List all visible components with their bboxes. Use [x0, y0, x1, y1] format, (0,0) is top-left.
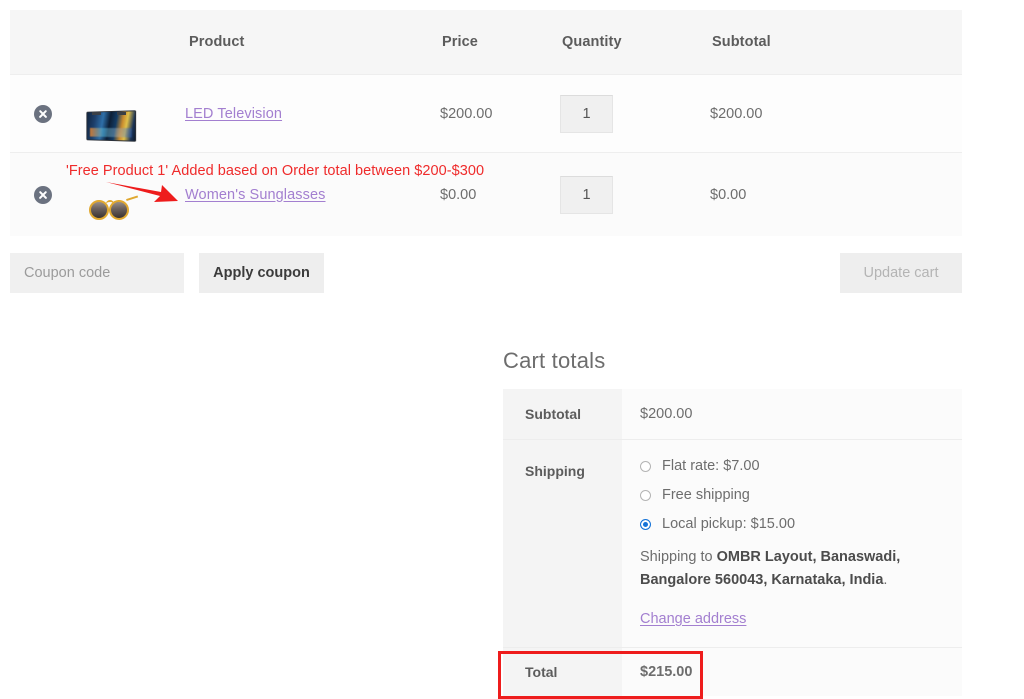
header-product: Product [189, 34, 245, 50]
shipping-to-suffix: . [883, 572, 888, 588]
product-price: $0.00 [440, 186, 477, 203]
shipping-option-local-pickup[interactable]: Local pickup: $15.00 [640, 516, 962, 532]
table-row: LED Television $200.00 1 $200.00 [10, 74, 962, 153]
update-cart-button[interactable]: Update cart [840, 253, 962, 293]
header-subtotal: Subtotal [712, 34, 771, 50]
cart-table-body: LED Television $200.00 1 $200.00 Women's… [10, 74, 962, 236]
change-address-link[interactable]: Change address [640, 611, 746, 627]
subtotal-value: $200.00 [622, 389, 962, 440]
product-price: $200.00 [440, 105, 493, 122]
totals-row-total: Total $215.00 [503, 647, 962, 696]
product-subtotal: $200.00 [710, 105, 763, 122]
remove-circle-icon[interactable] [34, 185, 52, 204]
cart-table: Product Price Quantity Subtotal LED Tele… [10, 10, 962, 236]
remove-circle-icon[interactable] [34, 104, 52, 123]
shipping-to-prefix: Shipping to [640, 549, 717, 565]
cell-thumbnail [80, 74, 185, 153]
total-label: Total [503, 647, 622, 696]
quantity-input[interactable]: 1 [560, 175, 613, 214]
cart-totals-table: Subtotal $200.00 Shipping Flat rate: $7.… [503, 389, 962, 696]
cell-subtotal: $200.00 [710, 74, 962, 153]
totals-row-shipping: Shipping Flat rate: $7.00 Free shipping … [503, 439, 962, 648]
shipping-option-flat-rate[interactable]: Flat rate: $7.00 [640, 458, 962, 474]
cell-product-name: LED Television [185, 74, 440, 153]
radio-flat-rate[interactable] [640, 460, 651, 472]
shipping-option-label: Local pickup: $15.00 [662, 516, 796, 532]
shipping-option-label: Free shipping [662, 487, 750, 503]
coupon-row: Apply coupon Update cart [10, 253, 962, 293]
product-link[interactable]: Women's Sunglasses [185, 187, 326, 203]
cell-quantity: 1 [560, 152, 710, 236]
totals-row-subtotal: Subtotal $200.00 [503, 389, 962, 440]
cell-price: $200.00 [440, 74, 560, 153]
free-product-annotation-text: 'Free Product 1' Added based on Order to… [66, 163, 485, 179]
cart-header-row: Product Price Quantity Subtotal [10, 10, 962, 75]
tv-foot-left [92, 111, 101, 115]
header-quantity: Quantity [562, 34, 622, 50]
shipping-options-cell: Flat rate: $7.00 Free shipping Local pic… [622, 439, 962, 648]
product-subtotal: $0.00 [710, 186, 747, 203]
total-value: $215.00 [622, 647, 962, 696]
cell-remove [10, 74, 80, 153]
header-thumbnail [80, 10, 185, 75]
glasses-temple [126, 194, 140, 205]
glasses-bridge [106, 199, 114, 208]
quantity-input[interactable]: 1 [560, 94, 613, 133]
cart-table-header: Product Price Quantity Subtotal [10, 10, 962, 75]
cell-subtotal: $0.00 [710, 152, 962, 236]
sunglasses-shape [86, 194, 140, 221]
coupon-code-input[interactable] [10, 253, 184, 293]
header-price: Price [442, 34, 478, 50]
radio-free-shipping[interactable] [640, 489, 651, 501]
cell-quantity: 1 [560, 74, 710, 153]
cart-totals-title: Cart totals [503, 348, 606, 373]
apply-coupon-button[interactable]: Apply coupon [199, 253, 324, 293]
subtotal-label: Subtotal [503, 389, 622, 440]
header-remove [10, 10, 80, 75]
shipping-option-free-shipping[interactable]: Free shipping [640, 487, 962, 503]
radio-local-pickup[interactable] [640, 518, 651, 530]
tv-foot-right [117, 111, 126, 115]
shipping-label: Shipping [503, 439, 622, 648]
shipping-option-label: Flat rate: $7.00 [662, 458, 760, 474]
shipping-destination: Shipping to OMBR Layout, Banaswadi, Bang… [640, 546, 950, 592]
product-link[interactable]: LED Television [185, 106, 282, 122]
